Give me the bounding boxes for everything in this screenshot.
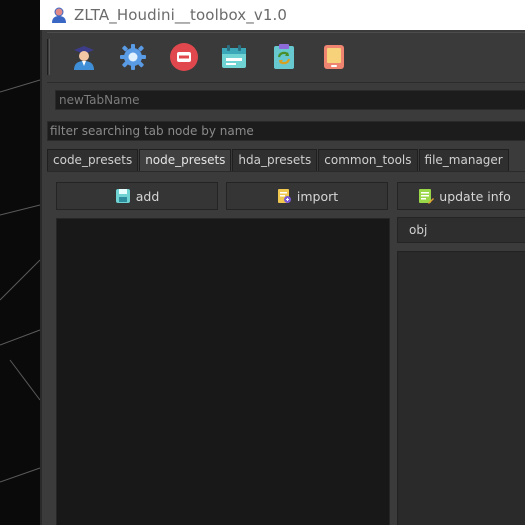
tablet-button[interactable] (318, 41, 350, 73)
node-info-panel[interactable] (397, 251, 525, 525)
minus-circle-icon (170, 43, 198, 71)
floppy-icon (115, 189, 130, 203)
tab-code-presets[interactable]: code_presets (47, 149, 139, 171)
tab-bar: code_presets node_presets hda_presets co… (47, 149, 510, 171)
update-info-button-label: update info (439, 188, 511, 204)
refresh-button[interactable] (268, 41, 300, 73)
toolbar-separator (47, 82, 525, 83)
calendar-button[interactable] (218, 41, 250, 73)
import-button[interactable]: import (226, 182, 388, 210)
preset-list[interactable] (56, 218, 390, 525)
settings-button[interactable] (117, 41, 149, 73)
toolbox-window: newTabName filter searching tab node by … (40, 30, 525, 525)
toolbar (47, 32, 525, 80)
remove-button[interactable] (168, 41, 200, 73)
import-button-label: import (296, 188, 339, 204)
user-icon (52, 7, 66, 23)
tablet-icon (324, 45, 344, 69)
filter-input[interactable]: filter searching tab node by name (47, 121, 525, 141)
update-info-button[interactable]: update info (397, 182, 525, 210)
context-select[interactable]: obj (397, 217, 525, 243)
toolbar-grip[interactable] (47, 39, 50, 75)
calendar-icon (222, 45, 246, 68)
user-graduate-icon (74, 46, 94, 70)
add-button[interactable]: add (56, 182, 218, 210)
window-titlebar[interactable]: ZLTA_Houdini__toolbox_v1.0 (40, 0, 525, 30)
tab-hda-presets[interactable]: hda_presets (232, 149, 318, 171)
user-graduate-button[interactable] (68, 41, 100, 73)
tab-common-tools[interactable]: common_tools (318, 149, 418, 171)
tab-node-presets[interactable]: node_presets (139, 149, 232, 171)
tab-file-manager[interactable]: file_manager (418, 149, 509, 171)
window-title: ZLTA_Houdini__toolbox_v1.0 (74, 6, 288, 24)
gear-icon (120, 44, 146, 70)
add-button-label: add (135, 188, 160, 204)
node-presets-panel: add import update info obj (47, 172, 525, 525)
import-document-icon (277, 189, 291, 203)
refresh-clipboard-icon (274, 44, 294, 69)
tab-name-field[interactable]: newTabName (55, 90, 525, 110)
notepad-edit-icon (419, 189, 435, 204)
